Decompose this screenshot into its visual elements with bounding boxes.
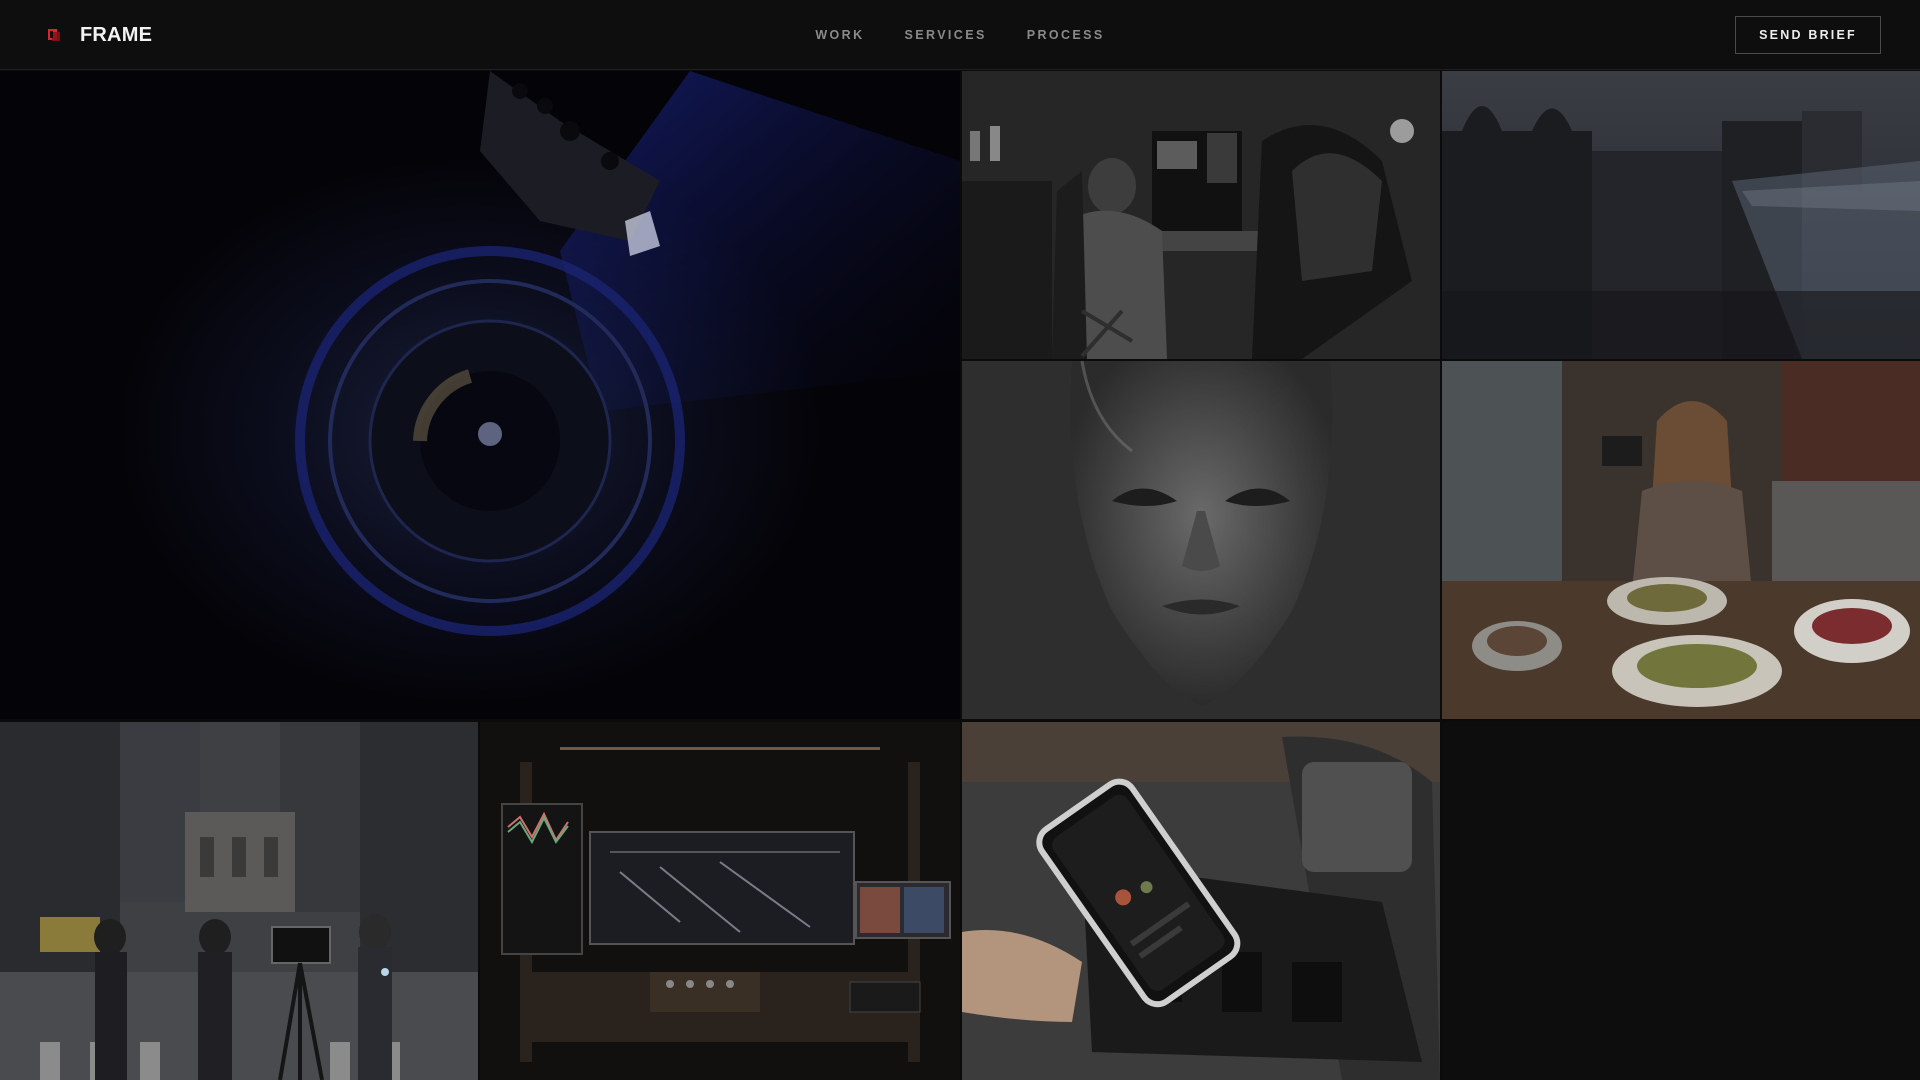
gallery-tile-sculpted-face[interactable] [962, 361, 1440, 719]
brand-home-link[interactable]: FRAME [46, 23, 152, 47]
gallery-tile-rooftop-city[interactable] [1442, 71, 1920, 359]
city-street-camera-image [0, 722, 478, 1080]
rooftop-city-image [1442, 71, 1920, 359]
frame-logo-icon [48, 29, 60, 41]
editing-studio-image [480, 722, 960, 1080]
gallery-tile-phone-gimbal[interactable] [962, 722, 1440, 1080]
sculpted-face-image [962, 361, 1440, 719]
brand-name: FRAME [80, 23, 153, 46]
nav-process-link[interactable]: PROCESS [1027, 28, 1105, 42]
nav-services-link[interactable]: SERVICES [905, 28, 987, 42]
main-nav: WORK SERVICES PROCESS [0, 0, 1920, 70]
camera-lens-image [0, 71, 960, 719]
gallery-tile-cafe-influencer[interactable] [1442, 361, 1920, 719]
gallery-tile-editing-studio[interactable] [480, 722, 960, 1080]
cafe-influencer-image [1442, 361, 1920, 719]
send-brief-button[interactable]: SEND BRIEF [1735, 16, 1881, 54]
nav-work-link[interactable]: WORK [815, 28, 864, 42]
gallery-tile-city-street-camera[interactable] [0, 722, 478, 1080]
gallery-tile-editor-at-desk[interactable] [962, 71, 1440, 359]
gallery-empty-slot [1442, 722, 1920, 1080]
site-header: FRAME WORK SERVICES PROCESS SEND BRIEF [0, 0, 1920, 70]
phone-gimbal-image [962, 722, 1440, 1080]
gallery-tile-camera-lens[interactable] [0, 71, 960, 719]
editor-at-desk-image [962, 71, 1440, 359]
